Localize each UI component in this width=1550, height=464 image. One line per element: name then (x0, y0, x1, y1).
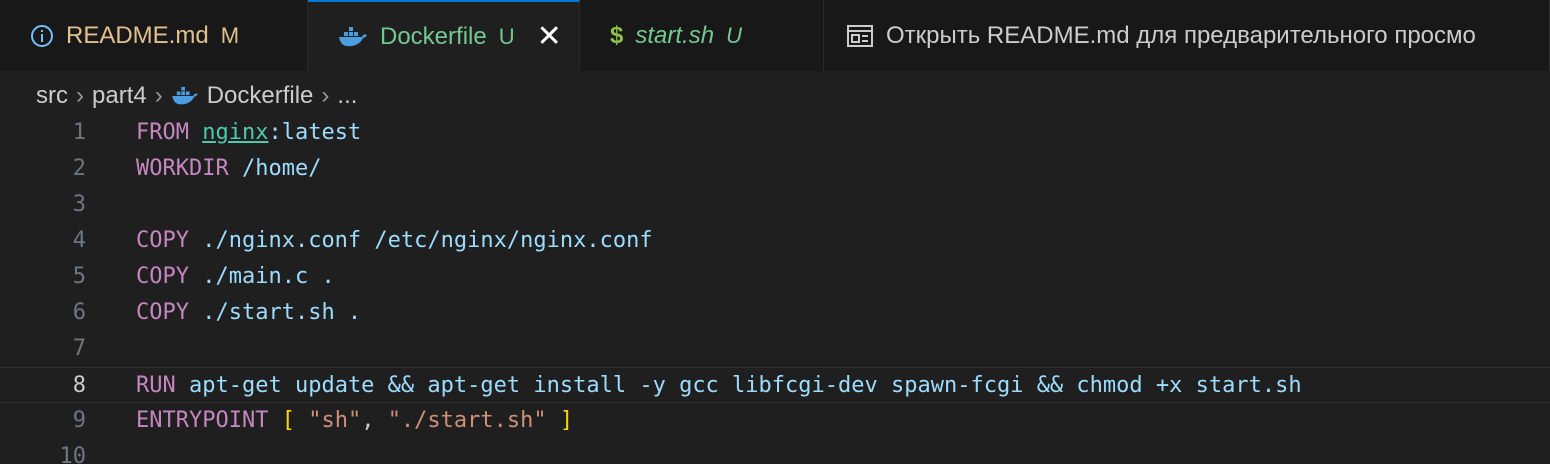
breadcrumb-item-more[interactable]: ... (337, 82, 357, 110)
line-number: 2 (72, 156, 86, 181)
preview-icon (846, 24, 874, 48)
close-icon[interactable]: ✕ (537, 21, 562, 52)
tab-label: Открыть README.md для предварительного п… (886, 21, 1476, 49)
image-name: nginx (202, 120, 269, 145)
docker-icon (338, 26, 368, 48)
keyword: COPY (136, 264, 189, 289)
code-text: ./nginx.conf /etc/nginx/nginx.conf (202, 228, 653, 253)
code-line: 4 COPY ./nginx.conf /etc/nginx/nginx.con… (0, 223, 1550, 259)
code-text: ./main.c . (202, 264, 335, 289)
line-number: 8 (72, 373, 86, 398)
code-line: 1 FROM nginx:latest (0, 115, 1550, 151)
line-content: RUN apt-get update && apt-get install -y… (136, 368, 1302, 404)
string: "./start.sh" (387, 408, 547, 433)
keyword: RUN (136, 373, 176, 398)
keyword: WORKDIR (136, 156, 229, 181)
tab-start-sh[interactable]: $ start.sh U (580, 0, 824, 71)
comma: , (361, 408, 375, 433)
breadcrumb-item-dockerfile[interactable]: Dockerfile (207, 82, 314, 110)
chevron-right-icon: › (76, 82, 84, 109)
tab-label: start.sh (635, 21, 715, 49)
code-line: 3 (0, 187, 1550, 223)
line-number: 6 (72, 300, 86, 325)
line-number: 7 (72, 336, 86, 361)
dollar-icon: $ (610, 21, 624, 49)
line-content: WORKDIR /home/ (136, 151, 321, 187)
code-line-current: 8 RUN apt-get update && apt-get install … (0, 367, 1550, 403)
bracket: [ (281, 408, 295, 433)
keyword: FROM (136, 120, 189, 145)
keyword: COPY (136, 228, 189, 253)
breadcrumb-item-src[interactable]: src (36, 82, 68, 110)
tab-label: README.md (66, 21, 209, 49)
keyword: COPY (136, 300, 189, 325)
code-line: 2 WORKDIR /home/ (0, 151, 1550, 187)
chevron-right-icon: › (154, 82, 163, 109)
breadcrumb: src › part4 › Dockerfile › ... (36, 80, 357, 112)
git-status-badge: M (220, 22, 240, 48)
code-line: 6 COPY ./start.sh . (0, 295, 1550, 331)
tab-bar: README.md M Dockerfile U ✕ $ start.sh U … (0, 0, 1550, 71)
tab-dockerfile[interactable]: Dockerfile U ✕ (308, 0, 580, 71)
line-content: FROM nginx:latest (136, 115, 361, 151)
line-number: 4 (72, 228, 86, 253)
tab-readme[interactable]: README.md M (0, 0, 308, 71)
code-line: 10 (0, 439, 1550, 464)
line-content: ENTRYPOINT [ "sh", "./start.sh" ] (136, 403, 573, 439)
tab-label: Dockerfile (380, 22, 487, 50)
code-text: /home/ (241, 156, 322, 181)
line-number: 10 (59, 444, 87, 464)
breadcrumb-item-part4[interactable]: part4 (92, 82, 147, 110)
code-line: 5 COPY ./main.c . (0, 259, 1550, 295)
tab-readme-preview[interactable]: Открыть README.md для предварительного п… (824, 0, 1550, 71)
code-text: apt-get update && apt-get install -y gcc… (189, 373, 1302, 398)
line-content: COPY ./main.c . (136, 259, 335, 295)
info-icon (30, 24, 54, 48)
line-content: COPY ./nginx.conf /etc/nginx/nginx.conf (136, 223, 653, 259)
docker-icon (171, 86, 199, 106)
git-status-badge: U (498, 23, 515, 49)
code-editor[interactable]: 1 FROM nginx:latest 2 WORKDIR /home/ 3 4… (0, 115, 1550, 464)
line-number: 1 (72, 120, 86, 145)
git-status-badge: U (726, 22, 742, 48)
code-line: 7 (0, 331, 1550, 367)
bracket: ] (559, 408, 574, 433)
code-text: :latest (268, 120, 362, 145)
string: "sh" (308, 408, 362, 433)
code-line: 9 ENTRYPOINT [ "sh", "./start.sh" ] (0, 403, 1550, 439)
code-text: ./start.sh . (202, 300, 362, 325)
line-content: COPY ./start.sh . (136, 295, 361, 331)
keyword: ENTRYPOINT (136, 408, 269, 433)
line-number: 5 (72, 264, 86, 289)
line-number: 9 (72, 408, 86, 433)
line-number: 3 (72, 192, 86, 217)
chevron-right-icon: › (321, 82, 330, 109)
